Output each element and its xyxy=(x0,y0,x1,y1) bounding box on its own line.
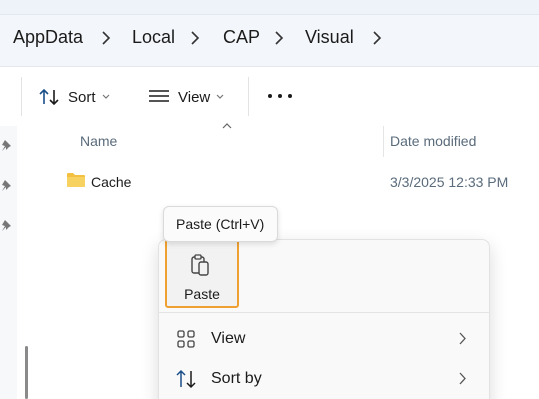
grid-view-icon xyxy=(177,330,195,348)
sort-icon xyxy=(39,88,59,106)
chevron-right-icon[interactable] xyxy=(189,28,201,48)
breadcrumb-local[interactable]: Local xyxy=(132,27,175,48)
paste-label: Paste xyxy=(184,286,220,302)
chevron-right-icon[interactable] xyxy=(100,28,112,48)
chevron-down-icon xyxy=(216,94,224,99)
address-bar[interactable]: AppData Local CAP Visual xyxy=(0,14,539,67)
view-icon xyxy=(149,90,169,102)
menu-item-sort-by[interactable] xyxy=(159,361,489,397)
navigation-pane xyxy=(0,126,17,399)
column-divider[interactable] xyxy=(383,126,384,157)
toolbar-divider xyxy=(21,77,22,116)
chevron-right-icon[interactable] xyxy=(371,28,383,48)
sort-ascending-icon xyxy=(222,123,232,129)
column-header-date-modified[interactable]: Date modified xyxy=(390,133,476,149)
title-bar-strip xyxy=(0,0,539,15)
menu-item-sort-by-label: Sort by xyxy=(211,370,262,387)
file-date-modified: 3/3/2025 12:33 PM xyxy=(390,174,509,190)
more-horizontal-icon xyxy=(268,94,272,98)
chevron-right-icon xyxy=(459,332,466,345)
chevron-right-icon xyxy=(459,372,466,385)
context-menu-divider xyxy=(158,312,490,313)
pin-icon[interactable] xyxy=(1,179,14,192)
menu-item-view-label: View xyxy=(211,330,246,347)
pin-icon[interactable] xyxy=(1,219,14,232)
toolbar-divider xyxy=(248,77,249,116)
paste-tooltip: Paste (Ctrl+V) xyxy=(163,206,278,242)
navigation-scrollbar[interactable] xyxy=(25,346,28,399)
sort-label: Sort xyxy=(68,88,96,106)
pin-icon[interactable] xyxy=(1,139,14,152)
column-header-name[interactable]: Name xyxy=(80,133,117,149)
sort-button[interactable]: Sort xyxy=(38,83,110,111)
chevron-down-icon xyxy=(102,94,109,99)
file-name-cache[interactable]: Cache xyxy=(91,174,131,190)
more-options-button[interactable] xyxy=(268,88,292,104)
sort-icon xyxy=(176,369,196,389)
breadcrumb-appdata[interactable]: AppData xyxy=(13,27,83,48)
menu-item-view[interactable] xyxy=(159,321,489,357)
view-button[interactable]: View xyxy=(148,83,224,111)
breadcrumb-cap[interactable]: CAP xyxy=(223,27,260,48)
clipboard-paste-icon xyxy=(191,254,209,276)
chevron-right-icon[interactable] xyxy=(273,28,285,48)
breadcrumb-visual[interactable]: Visual xyxy=(305,27,354,48)
folder-icon xyxy=(67,173,85,187)
view-label: View xyxy=(178,88,211,106)
